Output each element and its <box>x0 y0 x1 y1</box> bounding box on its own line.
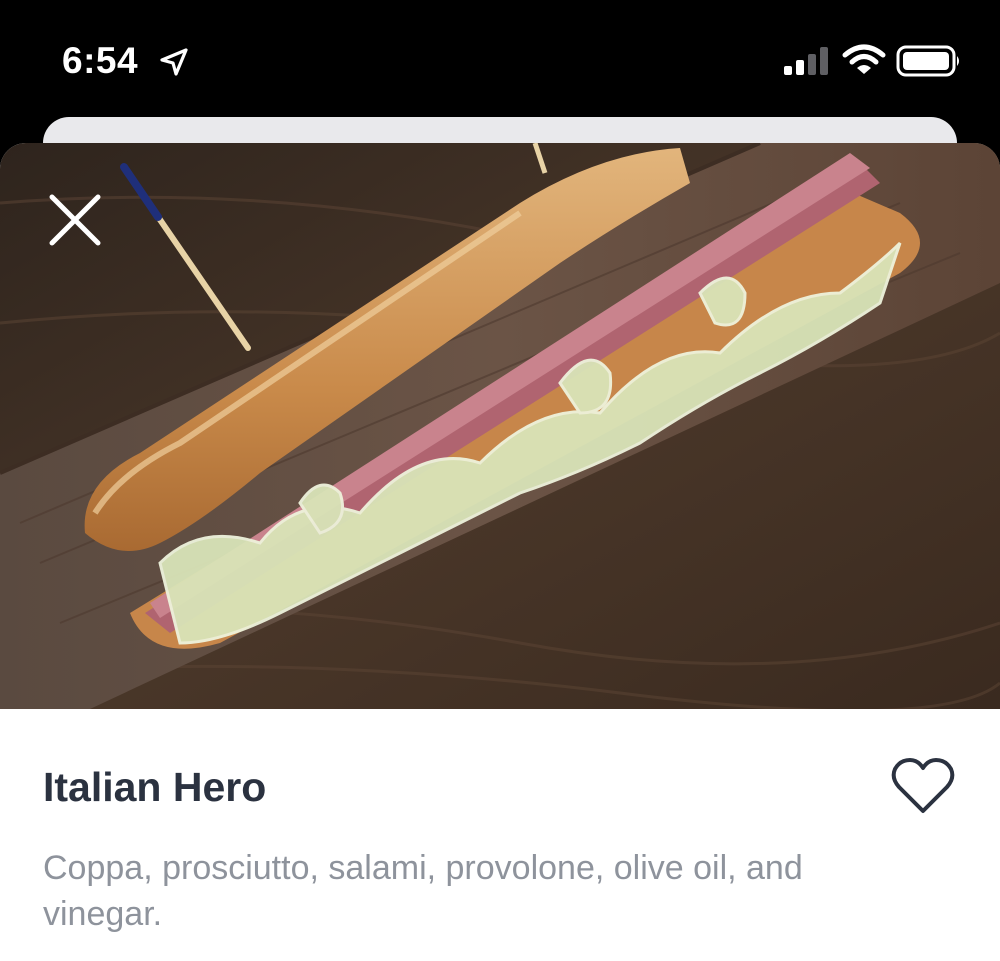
cellular-signal-icon <box>784 47 828 75</box>
item-description: Coppa, prosciutto, salami, provolone, ol… <box>43 849 803 933</box>
close-icon[interactable] <box>46 191 104 249</box>
battery-icon <box>896 45 959 77</box>
heart-icon[interactable] <box>890 757 956 817</box>
status-time: 6:54 <box>62 40 139 81</box>
status-bar: 6:54 <box>0 0 1000 118</box>
wifi-icon <box>842 44 886 74</box>
item-detail-modal: Italian Hero Coppa, prosciutto, salami, … <box>0 143 1000 961</box>
location-arrow-icon <box>160 48 188 76</box>
sandwich-photo <box>0 143 1000 709</box>
item-title: Italian Hero <box>43 764 267 810</box>
